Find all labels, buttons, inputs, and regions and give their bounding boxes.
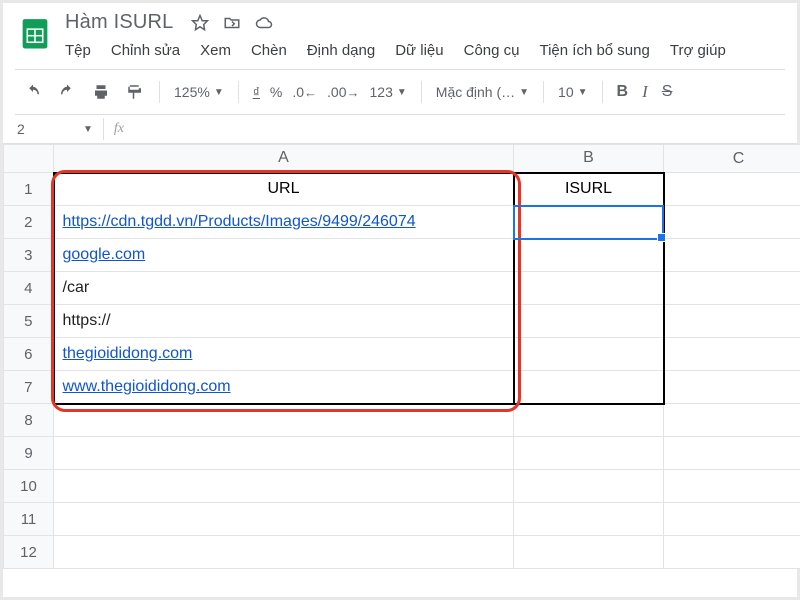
cell-C5[interactable]	[664, 305, 800, 338]
cell-C9[interactable]	[664, 437, 800, 470]
cell-C3[interactable]	[664, 239, 800, 272]
currency-button[interactable]: ₫	[253, 84, 260, 100]
row-header-12[interactable]: 12	[4, 536, 54, 569]
cell-B12[interactable]	[514, 536, 664, 569]
spreadsheet-grid[interactable]: A B C 1 URL ISURL 2 https://cdn.tgdd.vn/…	[3, 144, 797, 569]
cell-C11[interactable]	[664, 503, 800, 536]
decrease-decimal-button[interactable]: .0←	[292, 84, 317, 100]
col-header-A[interactable]: A	[54, 145, 514, 173]
cell-A3[interactable]: google.com	[54, 239, 514, 272]
row-header-10[interactable]: 10	[4, 470, 54, 503]
undo-icon[interactable]	[23, 82, 43, 102]
menu-format[interactable]: Định dạng	[307, 42, 375, 59]
cell-A11[interactable]	[54, 503, 514, 536]
cell-B7[interactable]	[514, 371, 664, 404]
cell-A10[interactable]	[54, 470, 514, 503]
strike-button[interactable]: S	[662, 83, 673, 101]
number-format-dropdown[interactable]: 123▼	[370, 84, 407, 100]
doc-title[interactable]: Hàm ISURL	[65, 11, 174, 34]
cell-B1[interactable]: ISURL	[514, 173, 664, 206]
row-header-4[interactable]: 4	[4, 272, 54, 305]
italic-button[interactable]: I	[642, 82, 648, 102]
menu-view[interactable]: Xem	[200, 42, 231, 59]
row-header-2[interactable]: 2	[4, 206, 54, 239]
row-header-11[interactable]: 11	[4, 503, 54, 536]
cell-C8[interactable]	[664, 404, 800, 437]
cell-B4[interactable]	[514, 272, 664, 305]
increase-decimal-button[interactable]: .00→	[327, 84, 359, 100]
cell-A12[interactable]	[54, 536, 514, 569]
row-header-6[interactable]: 6	[4, 338, 54, 371]
row-header-9[interactable]: 9	[4, 437, 54, 470]
font-size-dropdown[interactable]: 10▼	[558, 84, 587, 100]
cell-A1[interactable]: URL	[54, 173, 514, 206]
row-header-3[interactable]: 3	[4, 239, 54, 272]
name-box[interactable]: 2	[3, 121, 73, 137]
cell-C2[interactable]	[664, 206, 800, 239]
star-icon[interactable]	[190, 13, 210, 33]
paint-format-icon[interactable]	[125, 82, 145, 102]
menu-help[interactable]: Trợ giúp	[670, 42, 726, 59]
fx-label: fx	[114, 121, 124, 137]
cell-B10[interactable]	[514, 470, 664, 503]
cell-A7[interactable]: www.thegioididong.com	[54, 371, 514, 404]
toolbar: 125%▼ ₫ % .0← .00→ 123▼ Mặc định (…▼ 10▼…	[15, 69, 785, 115]
cell-B2[interactable]	[514, 206, 664, 239]
select-all-corner[interactable]	[4, 145, 54, 173]
cell-A5[interactable]: https://	[54, 305, 514, 338]
col-header-C[interactable]: C	[664, 145, 800, 173]
cell-C6[interactable]	[664, 338, 800, 371]
cell-C7[interactable]	[664, 371, 800, 404]
percent-button[interactable]: %	[270, 84, 282, 100]
sheets-logo	[13, 11, 57, 55]
row-header-1[interactable]: 1	[4, 173, 54, 206]
cell-A6[interactable]: thegioididong.com	[54, 338, 514, 371]
cell-C4[interactable]	[664, 272, 800, 305]
col-header-B[interactable]: B	[514, 145, 664, 173]
redo-icon[interactable]	[57, 82, 77, 102]
menu-edit[interactable]: Chỉnh sửa	[111, 42, 180, 59]
cell-B6[interactable]	[514, 338, 664, 371]
cell-B8[interactable]	[514, 404, 664, 437]
cell-B5[interactable]	[514, 305, 664, 338]
move-icon[interactable]	[222, 13, 242, 33]
row-header-8[interactable]: 8	[4, 404, 54, 437]
cell-A9[interactable]	[54, 437, 514, 470]
menu-addons[interactable]: Tiện ích bổ sung	[539, 42, 649, 59]
font-dropdown[interactable]: Mặc định (…▼	[436, 84, 529, 100]
cell-C1[interactable]	[664, 173, 800, 206]
menu-data[interactable]: Dữ liệu	[395, 42, 443, 59]
menu-insert[interactable]: Chèn	[251, 42, 287, 59]
menu-tools[interactable]: Công cụ	[464, 42, 520, 59]
namebox-dropdown-icon[interactable]: ▼	[83, 124, 93, 135]
zoom-dropdown[interactable]: 125%▼	[174, 84, 224, 100]
cell-A8[interactable]	[54, 404, 514, 437]
cell-C12[interactable]	[664, 536, 800, 569]
cell-B3[interactable]	[514, 239, 664, 272]
print-icon[interactable]	[91, 82, 111, 102]
row-header-7[interactable]: 7	[4, 371, 54, 404]
bold-button[interactable]: B	[617, 83, 629, 101]
menu-file[interactable]: Tệp	[65, 42, 91, 59]
cell-C10[interactable]	[664, 470, 800, 503]
cell-A4[interactable]: /car	[54, 272, 514, 305]
cell-B9[interactable]	[514, 437, 664, 470]
menubar: Tệp Chỉnh sửa Xem Chèn Định dạng Dữ liệu…	[65, 42, 787, 59]
cloud-icon[interactable]	[254, 13, 274, 33]
cell-A2[interactable]: https://cdn.tgdd.vn/Products/Images/9499…	[54, 206, 514, 239]
cell-B11[interactable]	[514, 503, 664, 536]
row-header-5[interactable]: 5	[4, 305, 54, 338]
